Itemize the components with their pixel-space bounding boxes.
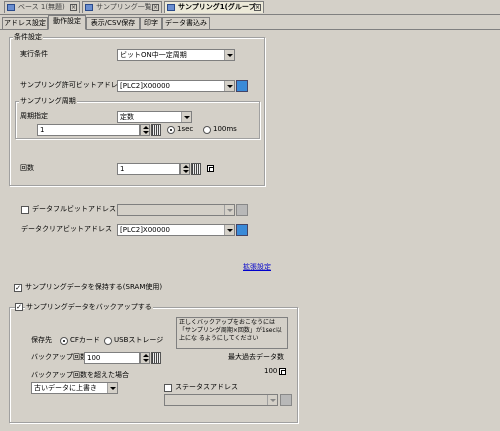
keypad-icon[interactable]: [151, 352, 161, 364]
address-input-button[interactable]: [236, 224, 248, 236]
close-icon[interactable]: ×: [70, 4, 77, 11]
chevron-down-icon: [224, 50, 234, 60]
keep-data-label: サンプリングデータを保持する(SRAM使用): [25, 283, 163, 291]
extended-settings-link[interactable]: 拡張設定: [243, 263, 271, 272]
cf-card-radio[interactable]: [60, 337, 68, 345]
unit-1sec-radio[interactable]: [167, 126, 175, 134]
cf-card-label: CFカード: [70, 336, 100, 344]
condition-settings-title: 条件設定: [13, 33, 43, 41]
unit-100ms-radio[interactable]: [203, 126, 211, 134]
doc-tab-sampling-list[interactable]: サンプリング一覧 ×: [82, 1, 162, 13]
sampling-period-title: サンプリング周期: [19, 97, 77, 105]
data-clear-address-select[interactable]: [PLC2]X00000: [117, 224, 235, 236]
close-icon[interactable]: ×: [254, 4, 261, 11]
sampling-icon: [167, 4, 175, 11]
max-history-label: 最大過去データ数: [228, 353, 284, 361]
backup-dest-label: 保存先: [31, 336, 52, 344]
backup-title: サンプリングデータをバックアップする: [25, 303, 153, 311]
tab-label: 表示/CSV保存: [90, 19, 136, 27]
chevron-down-icon: [181, 112, 191, 122]
permit-bit-label: サンプリング許可ビットアドレス: [20, 81, 125, 89]
screen-icon: [7, 4, 15, 11]
max-history-value: 100: [264, 367, 278, 375]
tab-label: データ書込み: [165, 19, 207, 27]
backup-count-input[interactable]: 100: [84, 352, 140, 364]
doc-tab-label: ベース 1(無題): [18, 3, 65, 11]
unit-100ms-label: 100ms: [213, 125, 237, 133]
exec-condition-value: ビットON中一定周期: [120, 51, 187, 59]
address-input-button[interactable]: [280, 394, 292, 406]
period-spec-select[interactable]: 定数: [117, 111, 192, 123]
doc-tab-label: サンプリング一覧: [96, 3, 152, 11]
close-icon[interactable]: ×: [152, 4, 159, 11]
chevron-down-icon: [224, 81, 234, 91]
period-spec-label: 周期指定: [20, 112, 48, 120]
count-spinner[interactable]: [180, 163, 190, 175]
count-input[interactable]: 1: [117, 163, 180, 175]
keep-data-checkbox[interactable]: ✓: [14, 284, 22, 292]
tab-display-csv[interactable]: 表示/CSV保存: [86, 17, 140, 29]
tab-label: アドレス設定: [4, 19, 46, 27]
chevron-down-icon: [224, 205, 234, 215]
permit-bit-value: [PLC2]X00000: [120, 82, 170, 90]
backup-checkbox[interactable]: ✓: [15, 303, 23, 311]
tab-print[interactable]: 印字: [140, 17, 162, 29]
tab-label: 印字: [144, 19, 158, 27]
keypad-icon[interactable]: [191, 163, 201, 175]
doc-tab-base1[interactable]: ベース 1(無題) ×: [4, 1, 80, 13]
keypad-icon[interactable]: [151, 124, 161, 136]
backup-note: 正しくバックアップをおこなうには「サンプリング周期×回数」が1sec以上にな る…: [176, 317, 288, 349]
data-full-checkbox[interactable]: [21, 206, 29, 214]
tab-label: 動作設定: [53, 17, 81, 25]
address-input-button[interactable]: [236, 80, 248, 92]
status-address-label: ステータスアドレス: [175, 383, 238, 391]
indicator-icon: [279, 368, 286, 375]
exec-condition-label: 実行条件: [20, 50, 48, 58]
tab-operation-settings[interactable]: 動作設定: [48, 15, 86, 30]
chevron-down-icon: [224, 225, 234, 235]
status-address-checkbox[interactable]: [164, 384, 172, 392]
unit-1sec-label: 1sec: [177, 125, 194, 133]
tab-address-settings[interactable]: アドレス設定: [2, 17, 48, 29]
list-icon: [85, 4, 93, 11]
indicator-icon: [207, 165, 214, 172]
period-value-input[interactable]: 1: [37, 124, 140, 136]
doc-tab-sampling1[interactable]: サンプリング1(グループ ×: [164, 1, 264, 13]
chevron-down-icon: [107, 383, 117, 393]
usb-storage-radio[interactable]: [104, 337, 112, 345]
doc-tab-label: サンプリング1(グループ: [178, 3, 256, 11]
over-count-label: バックアップ回数を超えた場合: [31, 371, 129, 379]
tab-data-write[interactable]: データ書込み: [162, 17, 210, 29]
data-clear-label: データクリアビットアドレス: [21, 225, 112, 233]
settings-tab-bar: アドレス設定 動作設定 表示/CSV保存 印字 データ書込み: [0, 15, 500, 30]
period-spinner[interactable]: [140, 124, 150, 136]
period-spec-value: 定数: [120, 113, 134, 121]
chevron-down-icon: [267, 395, 277, 405]
backup-count-spinner[interactable]: [140, 352, 150, 364]
data-full-address-select[interactable]: [117, 204, 235, 216]
status-address-select[interactable]: [164, 394, 278, 406]
document-tab-bar: ベース 1(無題) × サンプリング一覧 × サンプリング1(グループ ×: [0, 0, 500, 15]
count-label: 回数: [20, 164, 34, 172]
address-input-button[interactable]: [236, 204, 248, 216]
permit-bit-address-select[interactable]: [PLC2]X00000: [117, 80, 235, 92]
over-count-value: 古いデータに上書き: [34, 384, 97, 392]
exec-condition-select[interactable]: ビットON中一定周期: [117, 49, 235, 61]
usb-storage-label: USBストレージ: [114, 336, 164, 344]
over-count-select[interactable]: 古いデータに上書き: [31, 382, 118, 394]
data-full-label: データフルビットアドレス: [32, 205, 116, 213]
data-clear-value: [PLC2]X00000: [120, 226, 170, 234]
backup-count-label: バックアップ回数: [31, 353, 87, 361]
